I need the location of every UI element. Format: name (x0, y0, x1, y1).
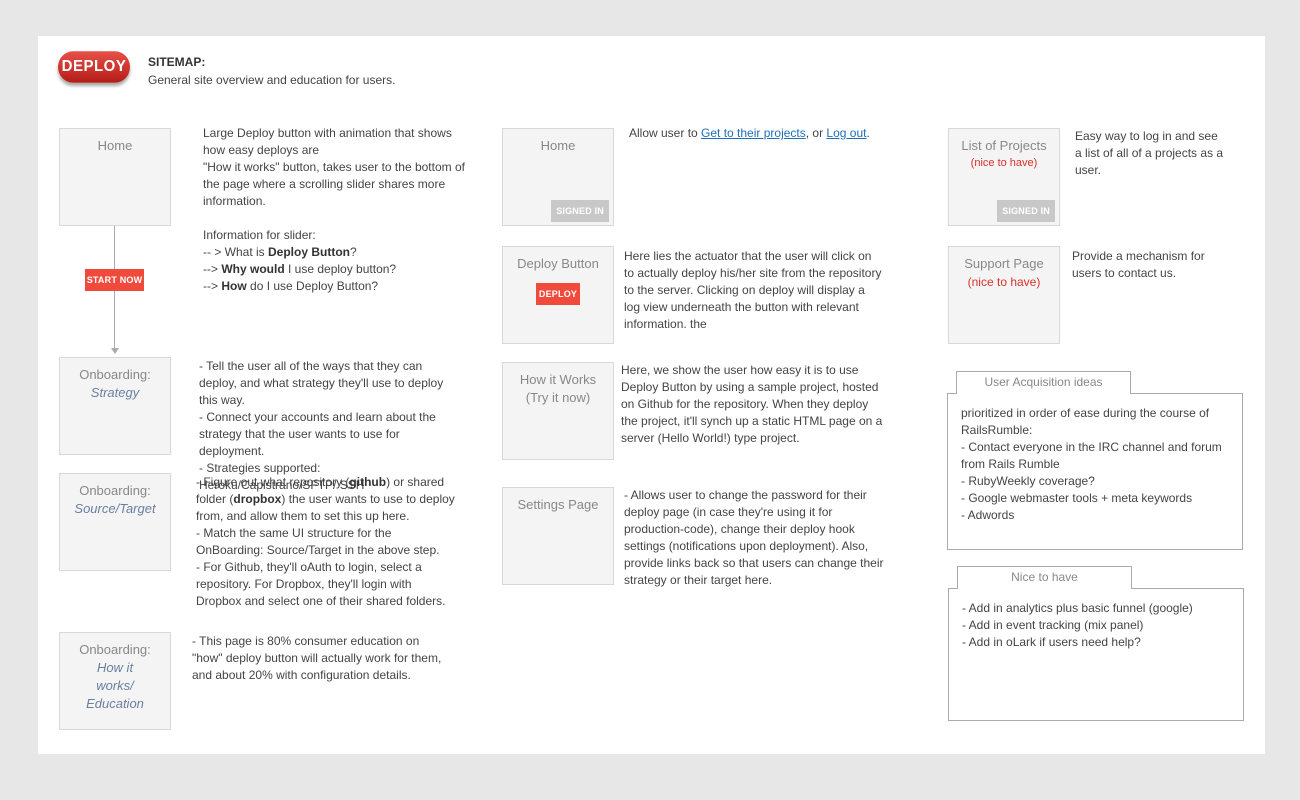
sitemap-subtitle: General site overview and education for … (148, 73, 396, 87)
page-box-onboarding-source: Onboarding: Source/Target (59, 473, 171, 571)
page-box-support: Support Page (nice to have) (948, 246, 1060, 344)
source-description: - Figure out what repository (github) or… (196, 475, 455, 608)
nice-to-have-note: (nice to have) (967, 275, 1041, 289)
how-it-works-description: Here, we show the user how easy it is to… (621, 363, 883, 445)
signed-in-badge: SIGNED IN (997, 200, 1055, 222)
user-acquisition-tab: User Acquisition ideas (956, 371, 1131, 394)
start-now-button[interactable]: START NOW (85, 269, 144, 291)
page-box-how-it-works: How it Works (Try it now) (502, 362, 614, 460)
page-box-sublabel: Strategy (90, 385, 140, 400)
page-box-sublabel: Source/Target (74, 501, 156, 516)
log-out-link[interactable]: Log out (826, 126, 866, 140)
projects-description: Easy way to log in and see a list of all… (1075, 129, 1224, 177)
nice-to-have-note: (nice to have) (970, 157, 1038, 169)
home-signed-in-description: Allow user to Get to their projects, or … (629, 126, 870, 140)
slider-heading: Information for slider: (203, 228, 316, 242)
nice-to-have-text: - Add in analytics plus basic funnel (go… (962, 601, 1193, 649)
page-box-sublabel: (Try it now) (525, 390, 591, 405)
page-box-home-signed-in: Home SIGNED IN (502, 128, 614, 226)
page-box-label: Support Page (964, 256, 1044, 271)
page-box-home: Home (59, 128, 171, 226)
page-box-sublabel: How it works/ Education (86, 660, 144, 711)
page-box-label: Home (97, 138, 133, 153)
slider-item: -- > What is Deploy Button? (203, 245, 357, 259)
get-projects-link[interactable]: Get to their projects (701, 126, 806, 140)
page-box-label: Onboarding: (79, 483, 151, 498)
page-box-label: Settings Page (517, 497, 599, 512)
home-desc-line: Large Deploy button with animation that … (203, 126, 452, 157)
page-box-label: Deploy Button (517, 256, 599, 271)
page-box-label: Onboarding: (79, 367, 151, 382)
slider-item: --> Why would I use deploy button? (203, 262, 397, 276)
page-box-settings: Settings Page (502, 487, 614, 585)
settings-description: - Allows user to change the password for… (624, 488, 884, 587)
page-box-onboarding-strategy: Onboarding: Strategy (59, 357, 171, 455)
deploy-button[interactable]: DEPLOY (536, 283, 580, 305)
sitemap-title: SITEMAP: (148, 55, 206, 69)
signed-in-badge: SIGNED IN (551, 200, 609, 222)
home-description: Large Deploy button with animation that … (203, 125, 465, 295)
page-box-label: Onboarding: (79, 642, 151, 657)
education-description: - This page is 80% consumer education on… (192, 634, 442, 682)
slider-item: --> How do I use Deploy Button? (203, 279, 379, 293)
nice-to-have-tab: Nice to have (957, 566, 1132, 589)
page-box-label: List of Projects (961, 138, 1047, 153)
support-description: Provide a mechanism for users to contact… (1072, 249, 1205, 280)
deploy-description: Here lies the actuator that the user wil… (624, 249, 882, 331)
flow-arrow-icon (111, 348, 119, 354)
page-box-label: How it Works (519, 372, 597, 387)
user-acquisition-text: prioritized in order of ease during the … (961, 406, 1222, 522)
home-desc-line: "How it works" button, takes user to the… (203, 160, 465, 208)
deploy-logo: DEPLOY (58, 51, 130, 83)
page-box-label: Home (540, 138, 576, 153)
page-box-onboarding-education: Onboarding: How it works/ Education (59, 632, 171, 730)
page-box-list-of-projects: List of Projects (nice to have) SIGNED I… (948, 128, 1060, 226)
